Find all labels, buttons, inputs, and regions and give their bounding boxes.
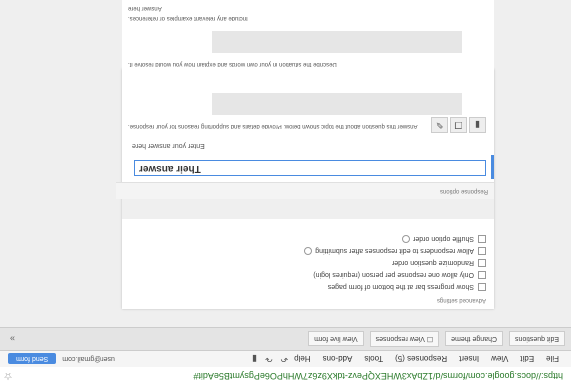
- help-icon[interactable]: [304, 247, 313, 255]
- checkbox-icon[interactable]: [478, 283, 486, 291]
- redo-icon[interactable]: ↷: [265, 354, 273, 365]
- question-hint: Answer here: [128, 5, 162, 11]
- checkbox-icon[interactable]: [478, 271, 486, 279]
- option-label: Shuffle option order: [413, 235, 474, 243]
- page: https://docs.google.com/forms/d/1ZbAx3WH…: [0, 0, 571, 385]
- chevron-double-down-icon[interactable]: »: [10, 334, 15, 344]
- menu-bar: File Edit View Insert Responses (5) Tool…: [0, 351, 571, 367]
- tab-view-responses[interactable]: View responses: [369, 331, 440, 347]
- option-label: Randomize question order: [391, 259, 474, 267]
- answer-caption: Enter your answer here: [132, 142, 205, 149]
- option-randomize[interactable]: Randomize question order: [392, 259, 486, 267]
- question-block[interactable]: Response options Their answer Enter your…: [116, 69, 494, 199]
- menu-insert[interactable]: Insert: [459, 355, 479, 364]
- advanced-settings: Advanced settings Show progress bar at t…: [122, 218, 494, 309]
- image-placeholder: [212, 93, 462, 115]
- send-form-button[interactable]: Send form: [8, 353, 57, 365]
- image-placeholder: [212, 31, 462, 53]
- section-gap: [122, 199, 494, 219]
- option-edit-after[interactable]: Allow responders to edit responses after…: [304, 247, 486, 255]
- form-tab-bar: Edit questions Change theme View respons…: [0, 327, 571, 351]
- option-label: Allow responders to edit responses after…: [315, 247, 474, 255]
- menu-file[interactable]: File: [546, 355, 559, 364]
- option-one-response[interactable]: Only allow one response per person (requ…: [313, 271, 486, 279]
- settings-header: Advanced settings: [436, 297, 486, 303]
- tab-edit-questions[interactable]: Edit questions: [509, 331, 565, 347]
- star-icon[interactable]: ☆: [0, 371, 16, 382]
- question-block-2[interactable]: Describe the situation in your own words…: [122, 0, 494, 69]
- checkbox-icon[interactable]: [478, 247, 486, 255]
- undo-icon[interactable]: ↶: [281, 354, 289, 365]
- question-description: Answer this question about the topic sho…: [128, 123, 418, 129]
- settings-card: Advanced settings Show progress bar at t…: [116, 69, 494, 309]
- option-progress-bar[interactable]: Show progress bar at the bottom of form …: [328, 283, 486, 291]
- question-header: Response options: [116, 182, 494, 199]
- account-email: user@gmail.com: [62, 355, 115, 363]
- option-label: Show progress bar at the bottom of form …: [327, 283, 474, 291]
- question-description: Describe the situation in your own words…: [128, 61, 337, 67]
- menu-edit[interactable]: Edit: [520, 355, 534, 364]
- option-shuffle[interactable]: Shuffle option order: [402, 235, 486, 243]
- comment-icon[interactable]: ▮: [252, 354, 257, 365]
- checkbox-icon[interactable]: [478, 235, 486, 243]
- tab-view-live-form[interactable]: View live form: [308, 331, 364, 347]
- tab-change-theme[interactable]: Change theme: [445, 331, 504, 347]
- menu-view[interactable]: View: [491, 355, 508, 364]
- answer-input[interactable]: Their answer: [134, 160, 486, 176]
- question-description-extra: Include any relevant examples or referen…: [128, 15, 248, 21]
- menu-responses[interactable]: Responses (5): [395, 355, 447, 364]
- checkbox-icon[interactable]: [478, 259, 486, 267]
- address-bar[interactable]: https://docs.google.com/forms/d/1ZbAx3WH…: [0, 366, 571, 385]
- active-accent: [491, 155, 494, 179]
- help-icon[interactable]: [402, 235, 411, 243]
- option-label: Only allow one response per person (requ…: [313, 271, 474, 279]
- menu-help[interactable]: Help: [294, 355, 310, 364]
- menu-addons[interactable]: Add-ons: [323, 355, 353, 364]
- url-text[interactable]: https://docs.google.com/forms/d/1ZbAx3WH…: [16, 371, 563, 381]
- menu-tools[interactable]: Tools: [364, 355, 383, 364]
- toolbar-icons: ↶ ↷ ▮: [252, 354, 288, 365]
